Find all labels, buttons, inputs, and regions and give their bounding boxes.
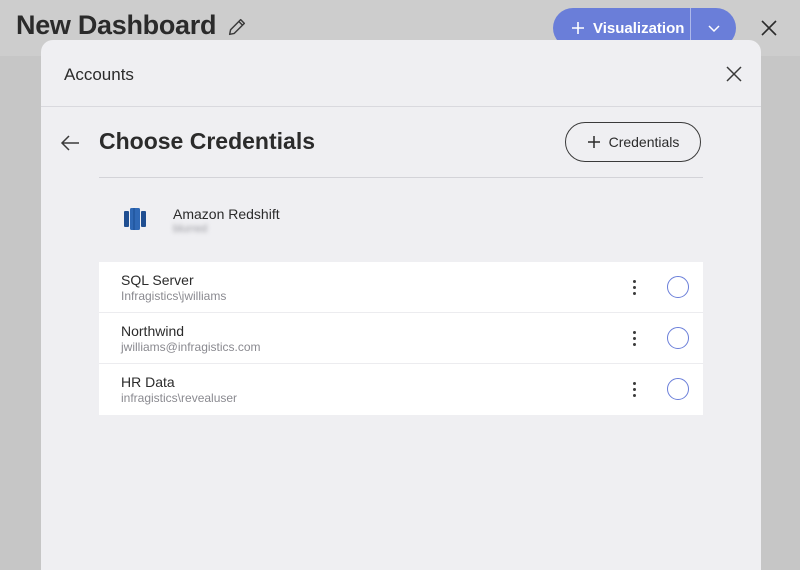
credential-user: jwilliams@infragistics.com xyxy=(121,340,261,354)
credential-name: Northwind xyxy=(121,323,185,339)
plus-icon xyxy=(572,22,584,34)
credential-name: SQL Server xyxy=(121,272,194,288)
datasource-subtitle: blurred xyxy=(173,223,208,235)
back-arrow-icon[interactable] xyxy=(59,132,81,154)
modal-title: Accounts xyxy=(64,65,134,84)
credential-user: Infragistics\jwilliams xyxy=(121,289,227,303)
add-credentials-label: Credentials xyxy=(608,134,680,150)
kebab-menu-icon[interactable] xyxy=(624,277,644,297)
credential-radio[interactable] xyxy=(667,276,689,298)
pencil-icon[interactable] xyxy=(226,16,248,38)
add-credentials-button[interactable]: Credentials xyxy=(565,122,701,162)
kebab-menu-icon[interactable] xyxy=(624,379,644,399)
redshift-icon xyxy=(124,208,146,230)
list-item[interactable]: HR Data infragistics\revealuser xyxy=(99,364,703,415)
divider xyxy=(99,177,703,178)
plus-icon xyxy=(587,136,600,148)
page-title: Choose Credentials xyxy=(99,128,315,154)
credential-name: HR Data xyxy=(121,374,175,390)
list-item[interactable]: SQL Server Infragistics\jwilliams xyxy=(99,262,703,313)
close-icon[interactable] xyxy=(758,17,780,39)
divider xyxy=(41,106,761,107)
chevron-down-icon xyxy=(707,25,720,33)
credentials-list: SQL Server Infragistics\jwilliams Northw… xyxy=(99,262,703,415)
kebab-menu-icon[interactable] xyxy=(624,328,644,348)
credential-radio[interactable] xyxy=(667,378,689,400)
dashboard-title: New Dashboard xyxy=(16,10,217,40)
close-icon[interactable] xyxy=(724,64,744,84)
visualization-button-label: Visualization xyxy=(593,19,685,37)
accounts-modal: Accounts Choose Credentials Credentials … xyxy=(41,40,761,570)
list-item[interactable]: Northwind jwilliams@infragistics.com xyxy=(99,313,703,364)
credential-user: infragistics\revealuser xyxy=(121,391,238,405)
datasource-name: Amazon Redshift xyxy=(173,206,280,222)
credential-radio[interactable] xyxy=(667,327,689,349)
